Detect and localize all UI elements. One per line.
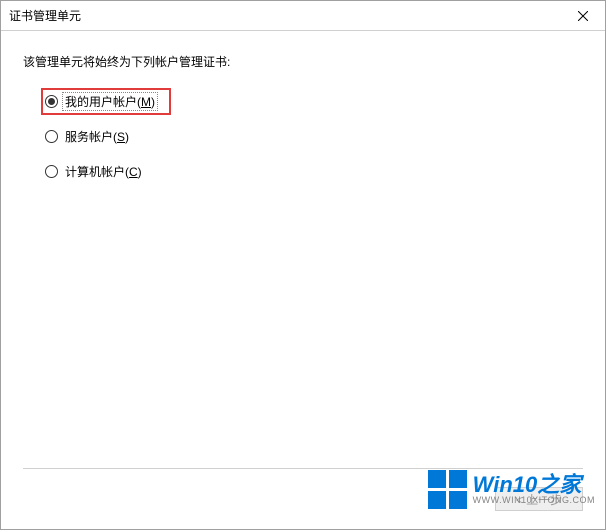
radio-label-my-user: 我的用户帐户(M) xyxy=(63,93,157,110)
dialog-window: 证书管理单元 该管理单元将始终为下列帐户管理证书: 我的用户帐户(M) 服务帐户… xyxy=(0,0,606,530)
close-button[interactable] xyxy=(560,1,605,31)
account-radio-group: 我的用户帐户(M) 服务帐户(S) 计算机帐户(C) xyxy=(43,88,583,183)
radio-my-user-account[interactable]: 我的用户帐户(M) xyxy=(41,88,171,115)
radio-indicator-icon xyxy=(45,165,58,178)
radio-label-computer: 计算机帐户(C) xyxy=(63,163,144,180)
radio-computer-account[interactable]: 计算机帐户(C) xyxy=(43,160,583,183)
radio-indicator-icon xyxy=(45,130,58,143)
radio-indicator-icon xyxy=(45,95,58,108)
radio-label-service: 服务帐户(S) xyxy=(63,128,131,145)
titlebar: 证书管理单元 xyxy=(1,1,605,31)
instruction-text: 该管理单元将始终为下列帐户管理证书: xyxy=(23,53,583,70)
separator-line xyxy=(23,468,583,469)
close-icon xyxy=(578,11,588,21)
window-title: 证书管理单元 xyxy=(9,7,81,24)
dialog-content: 该管理单元将始终为下列帐户管理证书: 我的用户帐户(M) 服务帐户(S) 计算机… xyxy=(1,31,605,529)
back-button[interactable]: < 上一步 xyxy=(495,487,583,511)
dialog-button-row: < 上一步 xyxy=(495,487,583,511)
radio-service-account[interactable]: 服务帐户(S) xyxy=(43,125,583,148)
